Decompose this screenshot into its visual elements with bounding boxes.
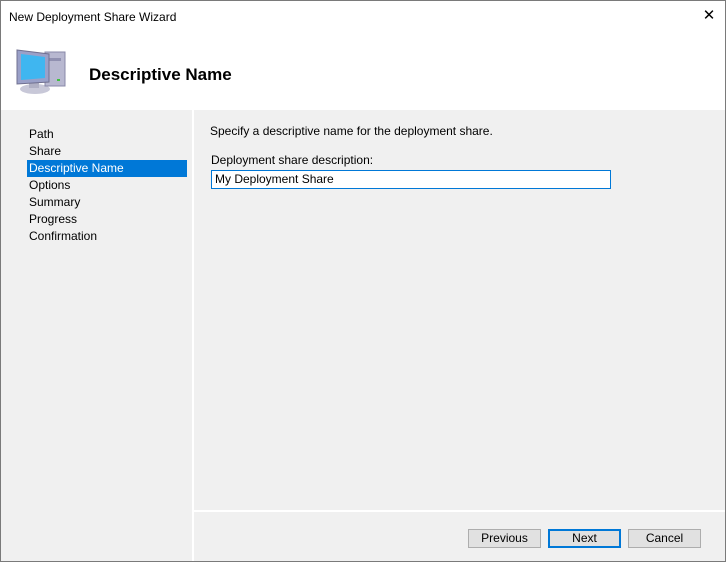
description-input[interactable]: My Deployment Share	[211, 170, 611, 189]
step-nav: Path Share Descriptive Name Options Summ…	[1, 110, 192, 561]
instruction-text: Specify a descriptive name for the deplo…	[210, 124, 493, 138]
window-title: New Deployment Share Wizard	[9, 10, 177, 24]
nav-step-path[interactable]: Path	[27, 126, 187, 143]
content-panel: Specify a descriptive name for the deplo…	[194, 110, 725, 510]
next-button[interactable]: Next	[548, 529, 621, 548]
computer-icon	[16, 49, 66, 94]
nav-step-descriptive-name[interactable]: Descriptive Name	[27, 160, 187, 177]
nav-step-options[interactable]: Options	[27, 177, 187, 194]
description-label: Deployment share description:	[211, 153, 374, 167]
nav-step-confirmation[interactable]: Confirmation	[27, 228, 187, 245]
nav-step-progress[interactable]: Progress	[27, 211, 187, 228]
nav-step-share[interactable]: Share	[27, 143, 187, 160]
page-title: Descriptive Name	[89, 65, 232, 84]
cancel-button[interactable]: Cancel	[628, 529, 701, 548]
wizard-header: Descriptive Name	[1, 32, 725, 110]
previous-button[interactable]: Previous	[468, 529, 541, 548]
title-bar: New Deployment Share Wizard ✕	[1, 1, 725, 32]
close-icon[interactable]: ✕	[693, 1, 725, 31]
divider	[194, 510, 725, 512]
nav-step-summary[interactable]: Summary	[27, 194, 187, 211]
wizard-window: New Deployment Share Wizard ✕ Descriptiv…	[0, 0, 726, 562]
